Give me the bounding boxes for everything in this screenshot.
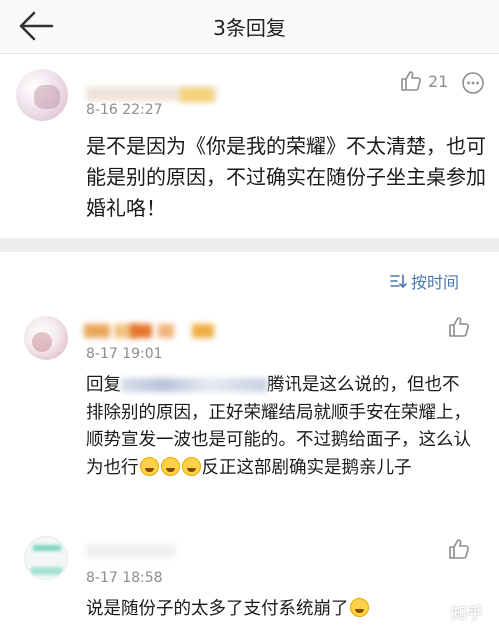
like-button[interactable]: 21 bbox=[400, 70, 448, 92]
reply-timestamp: 8-17 19:01 bbox=[86, 346, 163, 362]
watermark: 知乎 bbox=[450, 604, 483, 623]
reply-timestamp: 8-17 18:58 bbox=[86, 570, 163, 586]
reply-item: 8-17 19:01 回复 腾讯是这么说的，但也不排除别的原因，正好荣耀结局就顺手… bbox=[0, 316, 499, 516]
laughing-emoji-icon bbox=[139, 456, 159, 476]
like-button[interactable] bbox=[448, 538, 470, 560]
main-comment: 8-16 22:27 21 是不是因为《你是我的荣耀》不太清楚，也可能是别的原因… bbox=[0, 55, 499, 238]
reply-body-end: 反正这部剧确实是鹅亲儿子 bbox=[201, 457, 412, 478]
more-dots-icon bbox=[462, 72, 484, 94]
reply-text: 说是随份子的太多了支付系统崩了 bbox=[86, 596, 476, 624]
reply-text: 回复 腾讯是这么说的，但也不排除别的原因，正好荣耀结局就顺手安在荣耀上，顺势宣发一… bbox=[86, 372, 476, 482]
laughing-emoji-icon bbox=[181, 456, 201, 476]
thumbs-up-icon bbox=[449, 539, 469, 559]
avatar[interactable] bbox=[24, 536, 68, 580]
page-title: 3条回复 bbox=[213, 16, 286, 40]
thumbs-up-icon bbox=[449, 317, 469, 337]
avatar[interactable] bbox=[24, 316, 68, 360]
mention-masked bbox=[121, 378, 267, 392]
like-button[interactable] bbox=[448, 316, 470, 338]
sort-icon bbox=[390, 274, 407, 288]
more-options-button[interactable] bbox=[461, 71, 485, 95]
reply-prefix: 回复 bbox=[86, 375, 121, 395]
thumbs-up-icon bbox=[401, 71, 421, 91]
top-bar: 3条回复 bbox=[0, 0, 499, 54]
avatar[interactable] bbox=[16, 69, 68, 121]
sort-by-time-button[interactable]: 按时间 bbox=[389, 269, 459, 293]
sort-label: 按时间 bbox=[410, 273, 459, 292]
comment-timestamp: 8-16 22:27 bbox=[86, 102, 163, 118]
reply-body: 说是随份子的太多了支付系统崩了 bbox=[86, 599, 349, 619]
section-divider bbox=[0, 238, 499, 252]
smile-emoji-icon bbox=[349, 598, 369, 617]
like-count: 21 bbox=[428, 71, 449, 91]
laughing-emoji-icon bbox=[160, 456, 180, 476]
reply-item: 8-17 18:58 说是随份子的太多了支付系统崩了 bbox=[0, 536, 499, 632]
comment-text: 是不是因为《你是我的荣耀》不太清楚，也可能是别的原因，不过确实在随份子坐主桌参加… bbox=[86, 134, 486, 220]
